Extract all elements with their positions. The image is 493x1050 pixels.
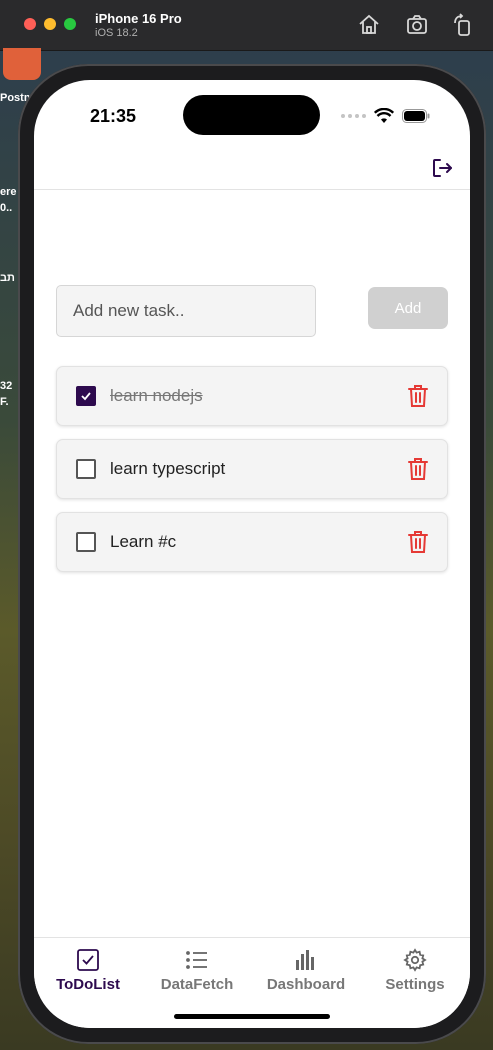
add-task-button[interactable]: Add [368, 287, 448, 329]
checkbox-icon [77, 949, 99, 971]
desktop-label: 32 [0, 380, 13, 392]
status-time: 21:35 [90, 106, 137, 126]
trash-icon[interactable] [407, 457, 429, 481]
task-item: learn typescript [56, 439, 448, 499]
bar-chart-icon [296, 950, 314, 970]
checkmark-icon [81, 392, 91, 401]
gear-icon [403, 948, 427, 972]
zoom-window-button[interactable] [64, 18, 76, 30]
task-checkbox[interactable] [76, 532, 96, 552]
screenshot-icon[interactable] [405, 13, 429, 37]
tab-settings[interactable]: Settings [365, 948, 465, 993]
add-task-row: Add [56, 285, 448, 339]
desktop-label: תב [0, 272, 15, 284]
task-text: Learn #c [110, 532, 177, 551]
task-text: learn typescript [110, 459, 226, 478]
minimize-window-button[interactable] [44, 18, 56, 30]
task-item: Learn #c [56, 512, 448, 572]
tab-datafetch[interactable]: DataFetch [147, 948, 247, 993]
phone-screen: 21:35 Add learn nodejs [34, 80, 470, 1028]
desktop-label: F. [0, 396, 9, 408]
tab-dashboard[interactable]: Dashboard [256, 948, 356, 993]
task-list: learn nodejs learn typescript Learn #c [56, 366, 448, 585]
app-header [34, 140, 470, 190]
logout-icon[interactable] [430, 156, 454, 180]
simulator-os-version: iOS 18.2 [95, 27, 138, 39]
trash-icon[interactable] [407, 530, 429, 554]
status-icons [341, 108, 430, 124]
list-icon [186, 951, 207, 969]
dynamic-island [183, 95, 320, 135]
close-window-button[interactable] [24, 18, 36, 30]
home-icon[interactable] [357, 13, 381, 37]
task-checkbox[interactable] [76, 386, 96, 406]
task-checkbox[interactable] [76, 459, 96, 479]
signal-icon [341, 114, 366, 118]
desktop-label: 0.. [0, 202, 13, 214]
battery-icon [402, 109, 430, 123]
phone-frame: 21:35 Add learn nodejs [18, 64, 486, 1044]
wifi-icon [374, 108, 394, 123]
task-item: learn nodejs [56, 366, 448, 426]
simulator-device-name: iPhone 16 Pro [95, 11, 182, 26]
task-text: learn nodejs [110, 386, 203, 405]
tab-label: Dashboard [266, 976, 346, 993]
trash-icon[interactable] [407, 384, 429, 408]
rotate-icon[interactable] [451, 13, 475, 37]
postman-app-icon [3, 48, 41, 80]
simulator-title-bar: iPhone 16 Pro iOS 18.2 [0, 0, 493, 51]
tab-label: ToDoList [56, 976, 120, 993]
home-indicator[interactable] [174, 1014, 330, 1019]
desktop-label: ere [0, 186, 17, 198]
new-task-input[interactable] [56, 285, 316, 337]
tab-label: Settings [385, 976, 445, 993]
tab-todolist[interactable]: ToDoList [38, 948, 138, 993]
tab-label: DataFetch [160, 976, 234, 993]
